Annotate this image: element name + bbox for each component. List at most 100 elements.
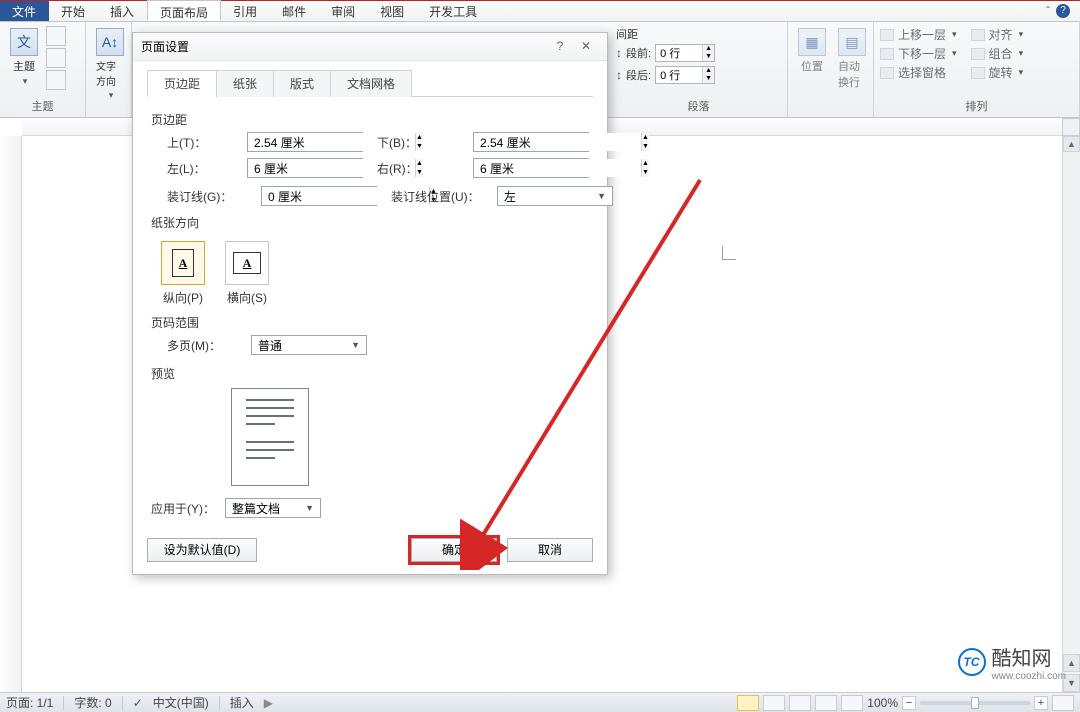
section-preview: 预览: [151, 365, 589, 382]
tab-paper[interactable]: 纸张: [216, 70, 274, 97]
send-backward-button[interactable]: 下移一层▾: [880, 45, 957, 62]
multi-page-select[interactable]: 普通▼: [251, 335, 367, 355]
margin-left-input[interactable]: ▲▼: [247, 158, 363, 178]
text-direction-icon: A↕: [96, 28, 124, 56]
gutter-pos-select[interactable]: 左▼: [497, 186, 613, 206]
theme-effects-button[interactable]: [46, 70, 66, 90]
ok-button[interactable]: 确定: [411, 538, 497, 562]
group-icon: [971, 48, 985, 60]
ruler-vertical[interactable]: [0, 136, 22, 692]
spacing-after-label: 段后:: [626, 67, 651, 83]
rotate-button[interactable]: 旋转▾: [971, 64, 1024, 81]
view-web[interactable]: [789, 695, 811, 711]
tab-insert[interactable]: 插入: [98, 0, 147, 21]
group-label-arrange: 排列: [880, 97, 1073, 115]
tab-layout[interactable]: 版式: [273, 70, 331, 97]
margin-bottom-label: 下(B)：: [377, 134, 467, 151]
zoom-fit-button[interactable]: [1052, 695, 1074, 711]
apply-to-label: 应用于(Y)：: [151, 500, 215, 517]
margin-top-input[interactable]: ▲▼: [247, 132, 363, 152]
bring-forward-button[interactable]: 上移一层▾: [880, 26, 957, 43]
wrap-icon: ▤: [838, 28, 866, 56]
preview-box: [231, 388, 309, 486]
watermark-url: www.coozhi.com: [992, 671, 1066, 682]
margin-right-input[interactable]: ▲▼: [473, 158, 589, 178]
minimize-ribbon-icon[interactable]: ˆ: [1046, 4, 1050, 18]
arrow-icon: ↕: [616, 46, 622, 60]
status-page[interactable]: 页面: 1/1: [6, 694, 53, 711]
align-icon: [971, 29, 985, 41]
tab-page-layout[interactable]: 页面布局: [147, 0, 221, 21]
tab-grid[interactable]: 文档网格: [330, 70, 412, 97]
spacing-title: 间距: [616, 26, 638, 42]
status-insert-mode[interactable]: 插入: [230, 694, 254, 711]
chevron-down-icon: ▾: [23, 76, 28, 87]
tab-view[interactable]: 视图: [368, 0, 417, 21]
page-setup-dialog: 页面设置 ? ✕ 页边距 纸张 版式 文档网格 页边距 上(T)： ▲▼ 下(B…: [132, 32, 608, 575]
themes-icon: 文: [10, 28, 38, 56]
margin-right-label: 右(R)：: [377, 160, 467, 177]
dialog-help-button[interactable]: ?: [547, 38, 573, 56]
help-icon[interactable]: ?: [1056, 4, 1070, 18]
status-language[interactable]: 中文(中国): [153, 694, 209, 711]
cancel-button[interactable]: 取消: [507, 538, 593, 562]
tab-margins[interactable]: 页边距: [147, 70, 217, 97]
orientation-portrait[interactable]: A 纵向(P): [161, 241, 205, 306]
group-button[interactable]: 组合▾: [971, 45, 1024, 62]
tab-home[interactable]: 开始: [49, 0, 98, 21]
theme-fonts-button[interactable]: [46, 48, 66, 68]
zoom-in-button[interactable]: +: [1034, 696, 1048, 710]
view-print-layout[interactable]: [737, 695, 759, 711]
margin-bottom-input[interactable]: ▲▼: [473, 132, 589, 152]
multi-page-label: 多页(M)：: [167, 337, 221, 354]
selection-pane-icon: [880, 67, 894, 79]
send-backward-icon: [880, 48, 894, 60]
status-words[interactable]: 字数: 0: [74, 694, 111, 711]
text-direction-button[interactable]: A↕ 文字方向 ▾: [92, 26, 128, 103]
status-proofing-icon[interactable]: ✓: [133, 696, 143, 710]
dialog-close-button[interactable]: ✕: [573, 38, 599, 56]
zoom-slider[interactable]: [920, 701, 1030, 705]
scroll-up-icon[interactable]: ▲: [1063, 136, 1080, 152]
tab-mail[interactable]: 邮件: [270, 0, 319, 21]
zoom-out-button[interactable]: −: [902, 696, 916, 710]
gutter-pos-label: 装订线位置(U)：: [391, 188, 491, 205]
margin-top-label: 上(T)：: [167, 134, 241, 151]
view-draft[interactable]: [841, 695, 863, 711]
section-pages: 页码范围: [151, 314, 589, 331]
orientation-landscape[interactable]: A 横向(S): [225, 241, 269, 306]
view-outline[interactable]: [815, 695, 837, 711]
chevron-down-icon: ▼: [597, 191, 606, 201]
apply-to-select[interactable]: 整篇文档▼: [225, 498, 321, 518]
arrow-icon: ↕: [616, 68, 622, 82]
chevron-down-icon: ▼: [351, 340, 360, 350]
ruler-toggle-button[interactable]: [1062, 118, 1080, 136]
chevron-down-icon: ▾: [109, 90, 114, 101]
set-default-button[interactable]: 设为默认值(D): [147, 538, 257, 562]
gutter-input[interactable]: ▲▼: [261, 186, 377, 206]
status-macro-icon[interactable]: ▶: [264, 696, 273, 710]
selection-pane-button[interactable]: 选择窗格: [880, 64, 957, 81]
spacing-before-input[interactable]: ▲▼: [655, 44, 715, 62]
vertical-scrollbar[interactable]: ▲ ▲ ▼: [1062, 136, 1080, 692]
section-orientation: 纸张方向: [151, 214, 589, 231]
group-label-paragraph: 段落: [616, 97, 781, 115]
view-fullscreen[interactable]: [763, 695, 785, 711]
theme-colors-button[interactable]: [46, 26, 66, 46]
page-corner-mark: [722, 246, 742, 266]
position-button[interactable]: ▦ 位置: [794, 26, 830, 76]
tab-file[interactable]: 文件: [0, 0, 49, 21]
watermark-name: 酷知网: [992, 642, 1066, 671]
watermark-logo-icon: TC: [958, 648, 986, 676]
section-margins: 页边距: [151, 111, 589, 128]
menu-tabs: 文件 开始 插入 页面布局 引用 邮件 审阅 视图 开发工具 ˆ ?: [0, 0, 1080, 22]
group-label-themes: 主题: [6, 97, 79, 115]
themes-button[interactable]: 文 主题 ▾: [6, 26, 42, 89]
zoom-level[interactable]: 100%: [867, 696, 898, 710]
align-button[interactable]: 对齐▾: [971, 26, 1024, 43]
tab-references[interactable]: 引用: [221, 0, 270, 21]
spacing-after-input[interactable]: ▲▼: [655, 66, 715, 84]
wrap-text-button[interactable]: ▤ 自动换行: [834, 26, 870, 92]
tab-review[interactable]: 审阅: [319, 0, 368, 21]
tab-developer[interactable]: 开发工具: [417, 0, 490, 21]
